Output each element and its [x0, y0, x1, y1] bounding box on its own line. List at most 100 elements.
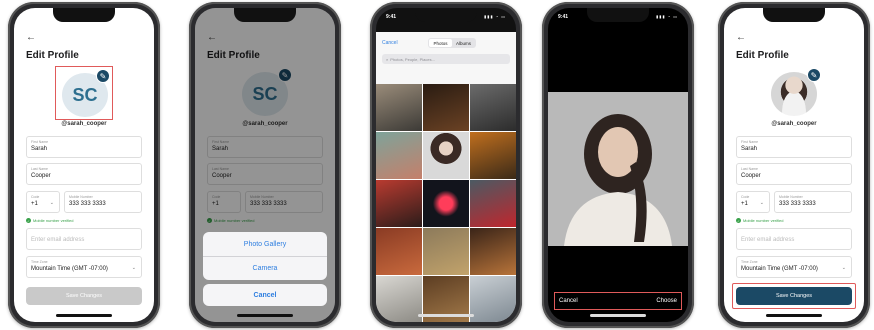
- pencil-icon[interactable]: ✎: [96, 69, 110, 83]
- photo-thumbnail[interactable]: [470, 180, 516, 227]
- save-changes-button[interactable]: Save Changes: [26, 287, 142, 305]
- search-icon: ⌕: [386, 56, 389, 62]
- home-indicator: [418, 314, 474, 317]
- status-time: 9:41: [558, 14, 569, 20]
- notch: [53, 8, 115, 22]
- save-changes-button[interactable]: Save Changes: [736, 287, 852, 305]
- portrait-photo: [548, 92, 688, 246]
- chevron-down-icon: ⌄: [49, 200, 54, 206]
- camera-option[interactable]: Camera: [203, 256, 327, 280]
- photo-grid: [376, 84, 516, 322]
- screen-5: ← Edit Profile ✎ @sarah_cooper First Nam…: [724, 8, 864, 322]
- search-placeholder: Photos, People, Places...: [390, 56, 435, 62]
- home-indicator: [766, 314, 822, 317]
- status-time: 9:41: [386, 14, 397, 20]
- phone-3-photo-picker: 9:41 ▮▮▮ ◔ ▭ Cancel Photos Albums ⌕ Phot…: [370, 2, 522, 328]
- verified-status: ✓ Mobile number verified: [736, 218, 783, 223]
- check-icon: ✓: [26, 218, 31, 223]
- photo-thumbnail[interactable]: [423, 84, 469, 131]
- photo-thumbnail[interactable]: [376, 132, 422, 179]
- timezone-select[interactable]: Time Zone Mountain Time (GMT -07:00) ⌄: [26, 256, 142, 278]
- first-name-label: First Name: [741, 140, 759, 144]
- photo-thumbnail[interactable]: [376, 180, 422, 227]
- username: @sarah_cooper: [61, 121, 107, 127]
- phone-5-updated-profile: ← Edit Profile ✎ @sarah_cooper First Nam…: [718, 2, 870, 328]
- action-sheet: Photo Gallery Camera: [203, 232, 327, 280]
- notch: [763, 8, 825, 22]
- email-field[interactable]: Enter email address: [26, 228, 142, 250]
- first-name-field[interactable]: First Name Sarah: [736, 136, 852, 158]
- back-arrow-icon[interactable]: ←: [736, 32, 746, 43]
- first-name-value: Sarah: [31, 146, 48, 152]
- check-icon: ✓: [736, 218, 741, 223]
- action-sheet-cancel: Cancel: [203, 284, 327, 306]
- phone-1-edit-profile: ← Edit Profile SC ✎ @sarah_cooper First …: [8, 2, 160, 328]
- photo-thumbnail[interactable]: [376, 84, 422, 131]
- photo-thumbnail[interactable]: [423, 228, 469, 275]
- crop-cancel-button[interactable]: Cancel: [559, 298, 578, 304]
- mobile-value: 333 333 3333: [779, 201, 816, 207]
- crop-action-bar: Cancel Choose: [554, 292, 682, 310]
- cancel-button[interactable]: Cancel: [203, 284, 327, 306]
- last-name-value: Cooper: [31, 173, 51, 179]
- avatar-container: ✎: [765, 66, 823, 120]
- signal-battery-icon: ▮▮▮ ◔ ▭: [655, 14, 678, 19]
- phone-4-crop: 9:41 ▮▮▮ ◔ ▭ Cancel Choose: [542, 2, 694, 328]
- picker-header: Cancel Photos Albums ⌕ Photos, People, P…: [376, 32, 516, 84]
- photo-thumbnail[interactable]: [470, 132, 516, 179]
- page-title: Edit Profile: [736, 50, 789, 61]
- mobile-number-field[interactable]: Mobile Number 333 333 3333: [774, 191, 852, 213]
- back-arrow-icon[interactable]: ←: [26, 32, 36, 43]
- tab-albums[interactable]: Albums: [452, 39, 475, 47]
- last-name-value: Cooper: [741, 173, 761, 179]
- photo-thumbnail[interactable]: [470, 228, 516, 275]
- photo-thumbnail[interactable]: [470, 84, 516, 131]
- last-name-label: Last Name: [741, 167, 758, 171]
- first-name-label: First Name: [31, 140, 49, 144]
- photo-gallery-option[interactable]: Photo Gallery: [203, 232, 327, 256]
- crop-preview-image[interactable]: [548, 92, 688, 246]
- email-field[interactable]: Enter email address: [736, 228, 852, 250]
- choose-button[interactable]: Choose: [656, 298, 677, 304]
- photo-thumbnail[interactable]: [470, 276, 516, 322]
- photo-thumbnail[interactable]: [376, 276, 422, 322]
- pencil-icon[interactable]: ✎: [807, 68, 821, 82]
- verified-text: Mobile number verified: [743, 218, 784, 223]
- timezone-label: Time Zone: [741, 260, 758, 264]
- page-title: Edit Profile: [26, 50, 79, 61]
- code-label: Code: [31, 195, 40, 199]
- timezone-label: Time Zone: [31, 260, 48, 264]
- signal-battery-icon: ▮▮▮ ◔ ▭: [483, 14, 506, 19]
- last-name-field[interactable]: Last Name Cooper: [736, 163, 852, 185]
- timezone-select[interactable]: Time Zone Mountain Time (GMT -07:00) ⌄: [736, 256, 852, 278]
- first-name-value: Sarah: [741, 146, 758, 152]
- screen-1: ← Edit Profile SC ✎ @sarah_cooper First …: [14, 8, 154, 322]
- timezone-value: Mountain Time (GMT -07:00): [741, 266, 818, 272]
- last-name-field[interactable]: Last Name Cooper: [26, 163, 142, 185]
- mobile-label: Mobile Number: [779, 195, 803, 199]
- last-name-label: Last Name: [31, 167, 48, 171]
- photo-thumbnail[interactable]: [423, 180, 469, 227]
- home-indicator: [56, 314, 112, 317]
- screen-4: 9:41 ▮▮▮ ◔ ▭ Cancel Choose: [548, 8, 688, 322]
- verified-text: Mobile number verified: [33, 218, 74, 223]
- country-code-field[interactable]: Code +1 ⌄: [26, 191, 60, 213]
- mobile-value: 333 333 3333: [69, 201, 106, 207]
- home-indicator: [237, 314, 293, 317]
- email-placeholder: Enter email address: [741, 237, 795, 243]
- mobile-label: Mobile Number: [69, 195, 93, 199]
- country-code-field[interactable]: Code +1 ⌄: [736, 191, 770, 213]
- phone-2-action-sheet: ← Edit Profile SC ✎ @sarah_cooper First …: [189, 2, 341, 328]
- code-label: Code: [741, 195, 750, 199]
- tab-photos[interactable]: Photos: [429, 39, 452, 47]
- search-input[interactable]: ⌕ Photos, People, Places...: [382, 54, 510, 64]
- home-indicator: [590, 314, 646, 317]
- screen-2: ← Edit Profile SC ✎ @sarah_cooper First …: [195, 8, 335, 322]
- avatar-highlight: SC ✎: [55, 66, 113, 120]
- picker-cancel-button[interactable]: Cancel: [382, 40, 398, 46]
- status-bar: 9:41 ▮▮▮ ◔ ▭: [558, 14, 678, 20]
- selected-photo-thumbnail[interactable]: [423, 132, 469, 179]
- photo-thumbnail[interactable]: [376, 228, 422, 275]
- mobile-number-field[interactable]: Mobile Number 333 333 3333: [64, 191, 142, 213]
- first-name-field[interactable]: First Name Sarah: [26, 136, 142, 158]
